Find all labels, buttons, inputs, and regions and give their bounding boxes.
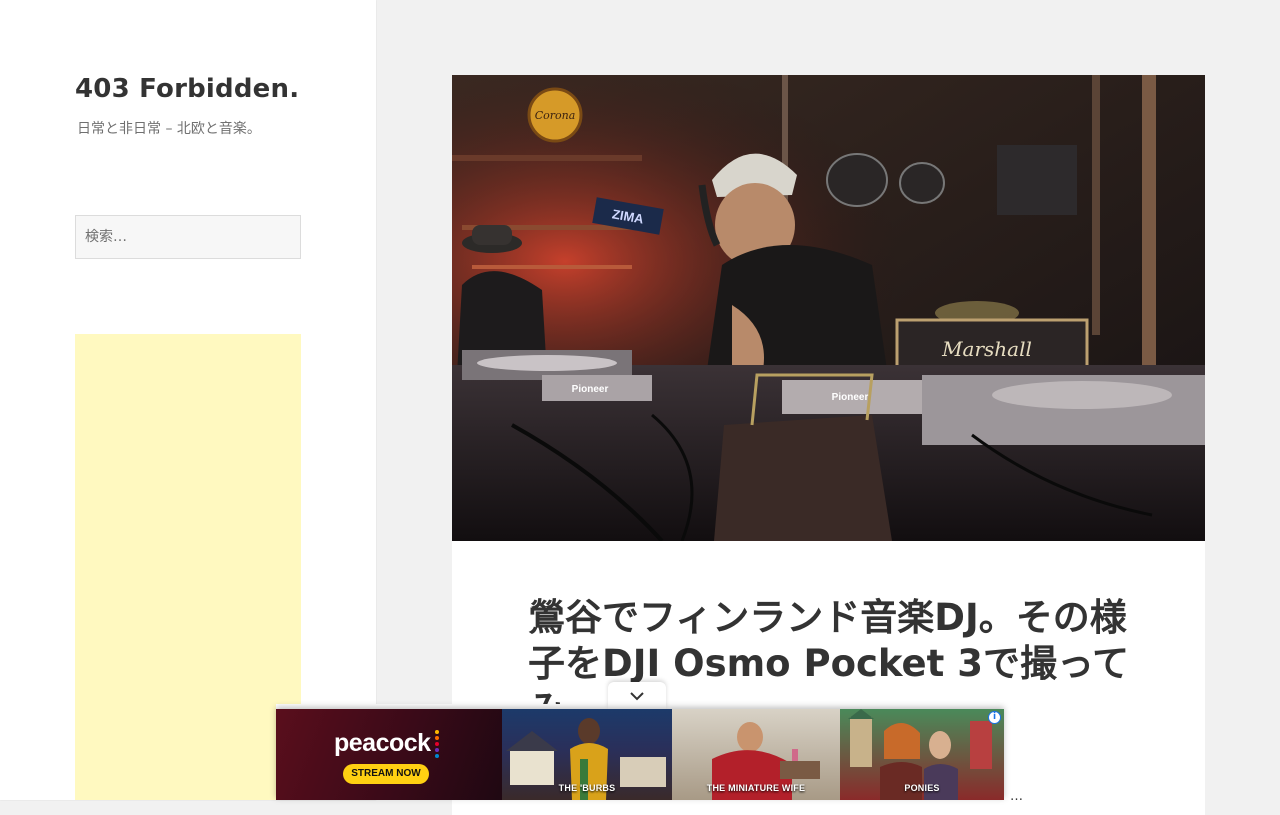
peacock-dots-icon: [435, 730, 439, 758]
bottom-ad-banner[interactable]: peacock STREAM NOW THE 'BURBS THE MINIAT…: [276, 709, 1004, 800]
hero-photo: Corona ZIMA Marshall Pioneer Pioneer: [452, 75, 1205, 541]
search-input[interactable]: [75, 215, 301, 259]
sidebar-ad-slot[interactable]: [75, 334, 301, 800]
marshall-logo-text: Marshall: [941, 337, 1032, 361]
site-description: 日常と非日常 – 北欧と音楽。: [77, 121, 261, 137]
site-title-link[interactable]: 403 Forbidden.: [75, 74, 299, 104]
ad-info-icon[interactable]: i: [988, 711, 1001, 724]
ad-collapse-button[interactable]: [608, 682, 666, 709]
peacock-logo: peacock: [334, 729, 431, 757]
pioneer-label-right: Pioneer: [832, 392, 869, 403]
ad-show-panel-miniature-wife[interactable]: THE MINIATURE WIFE: [672, 709, 840, 800]
ad-show-panel-ponies[interactable]: PONIES: [840, 709, 1004, 800]
stream-now-button[interactable]: STREAM NOW: [343, 764, 429, 784]
sidebar: 403 Forbidden. 日常と非日常 – 北欧と音楽。: [0, 0, 376, 800]
show-title-burbs: THE 'BURBS: [558, 783, 616, 793]
ad-show-panel-burbs[interactable]: THE 'BURBS: [502, 709, 672, 800]
show-title-ponies: PONIES: [904, 783, 940, 793]
show-title-miniature-wife: THE MINIATURE WIFE: [706, 783, 806, 793]
article-hero-image[interactable]: Corona ZIMA Marshall Pioneer Pioneer: [452, 75, 1205, 541]
article-body-fragment: …: [1010, 789, 1023, 804]
corona-sign-text: Corona: [535, 109, 576, 122]
ad-brand-panel[interactable]: peacock STREAM NOW: [276, 709, 502, 800]
chevron-down-icon: [629, 686, 645, 705]
pioneer-label-left: Pioneer: [572, 384, 609, 395]
